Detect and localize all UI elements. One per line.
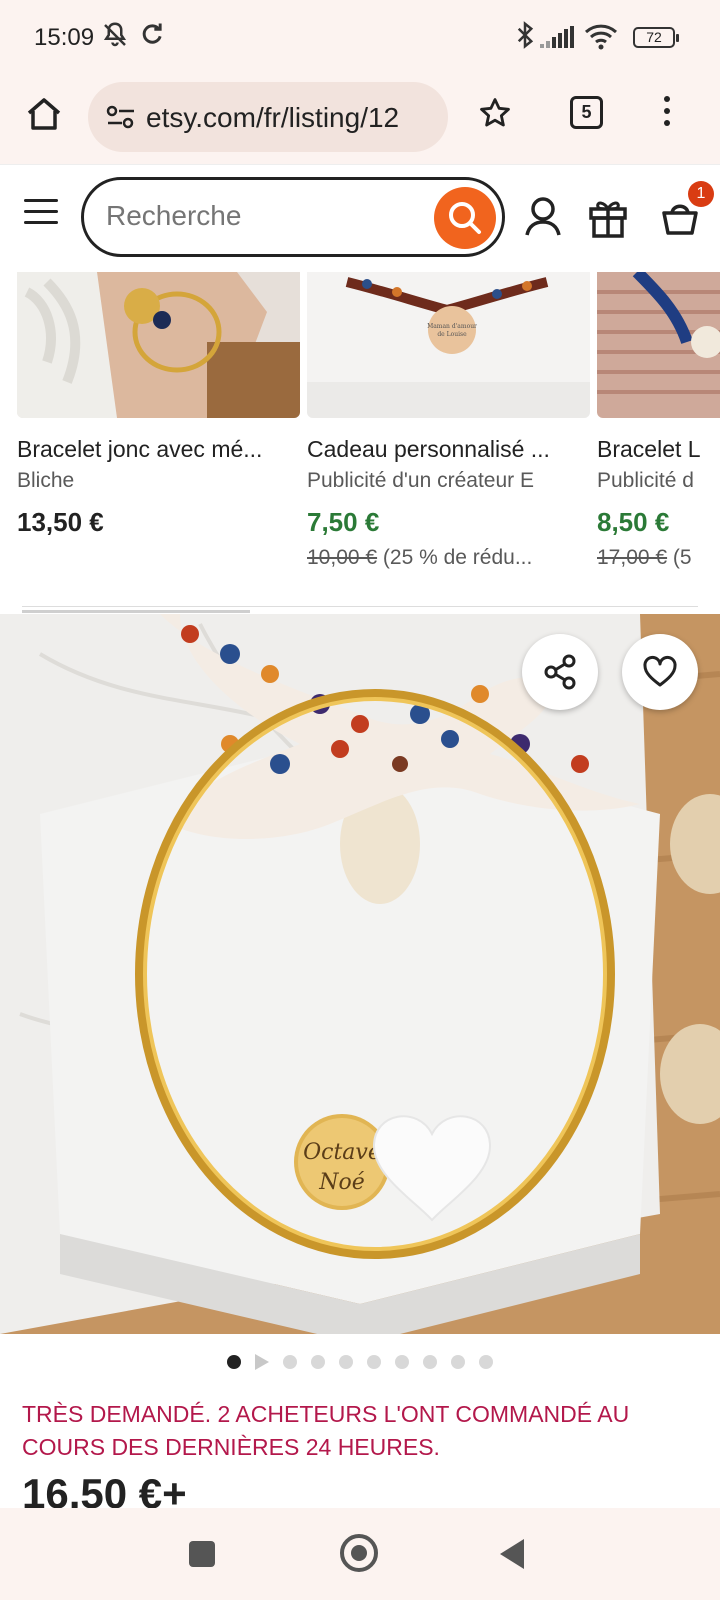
rec-shop: Publicité d — [597, 469, 694, 492]
system-nav-bar — [0, 1508, 720, 1600]
pagination-dot[interactable] — [479, 1355, 493, 1369]
site-settings-icon[interactable] — [106, 104, 136, 130]
signal-icon — [540, 26, 574, 48]
home-button[interactable] — [340, 1534, 378, 1572]
search-button[interactable] — [434, 187, 496, 249]
account-icon[interactable] — [524, 195, 562, 239]
heart-icon — [643, 655, 677, 687]
image-pagination[interactable] — [0, 1354, 720, 1378]
share-icon — [544, 654, 576, 690]
pagination-dot[interactable] — [367, 1355, 381, 1369]
rec-strikethrough-price: 17,00 € — [597, 546, 668, 569]
bluetooth-icon — [517, 21, 534, 49]
product-image[interactable]: Octave Noé — [0, 614, 720, 1334]
sync-icon — [142, 23, 162, 44]
address-bar[interactable]: etsy.com/fr/listing/12 — [88, 82, 448, 152]
rec-price: 7,50 € — [307, 507, 380, 537]
search-bar[interactable] — [81, 177, 505, 257]
bookmark-star-icon[interactable] — [478, 96, 512, 130]
charm-text-1: Octave — [303, 1140, 381, 1165]
cart-count-badge: 1 — [688, 181, 714, 207]
battery-indicator: 72 — [633, 27, 679, 48]
pagination-dot[interactable] — [283, 1355, 297, 1369]
search-icon — [449, 202, 481, 234]
rec-strikethrough-price: 10,00 € — [307, 546, 378, 569]
carousel-scroll-indicator — [22, 610, 250, 613]
mute-bell-icon — [103, 22, 127, 47]
rec-shop: Publicité d'un créateur E — [307, 469, 534, 492]
rec-card[interactable]: Maman d'amour de Louise Cadeau personnal… — [307, 272, 590, 570]
rec-discount: (25 % de rédu... — [377, 546, 533, 569]
pagination-dot[interactable] — [451, 1355, 465, 1369]
rec-price: 13,50 € — [17, 507, 104, 537]
back-button[interactable] — [500, 1539, 524, 1569]
rec-product-image[interactable] — [17, 272, 300, 418]
rec-discount: (5 — [667, 546, 692, 569]
charm-gold: Octave Noé — [294, 1114, 390, 1210]
charm-text-2: Noé — [318, 1170, 365, 1195]
rec-title[interactable]: Cadeau personnalisé ... — [307, 436, 590, 463]
tab-switcher-button[interactable]: 5 — [570, 96, 603, 129]
rec-title[interactable]: Bracelet L — [597, 436, 720, 463]
rec-original-price: 10,00 € (25 % de rédu... — [307, 546, 590, 570]
rec-price: 8,50 € — [597, 507, 670, 537]
site-header: 1 — [0, 164, 720, 272]
rec-original-price: 17,00 € (5 — [597, 546, 720, 570]
section-divider — [22, 606, 698, 607]
url-text: etsy.com/fr/listing/12 — [146, 102, 400, 133]
home-icon[interactable] — [24, 94, 64, 134]
video-indicator-icon[interactable] — [255, 1354, 269, 1370]
svg-text:de Louise: de Louise — [437, 331, 467, 338]
status-bar: 15:09 72 — [0, 0, 720, 72]
favorite-button[interactable] — [622, 634, 698, 710]
share-button[interactable] — [522, 634, 598, 710]
recents-button[interactable] — [189, 1541, 215, 1567]
rec-product-image[interactable] — [597, 272, 720, 418]
svg-text:Maman d'amour: Maman d'amour — [427, 323, 477, 330]
product-photo: Octave Noé — [0, 614, 720, 1334]
pagination-dot[interactable] — [311, 1355, 325, 1369]
rec-title[interactable]: Bracelet jonc avec mé... — [17, 436, 300, 463]
rec-card[interactable]: Bracelet L Publicité d 8,50 € 17,00 € (5 — [597, 272, 720, 570]
browser-menu-icon[interactable] — [664, 96, 670, 132]
demand-badge: TRÈS DEMANDÉ. 2 ACHETEURS L'ONT COMMANDÉ… — [22, 1401, 630, 1460]
hamburger-menu-icon[interactable] — [24, 199, 58, 232]
recommendations-carousel[interactable]: Bracelet jonc avec mé... Bliche 13,50 € … — [0, 272, 720, 602]
rec-card[interactable]: Bracelet jonc avec mé... Bliche 13,50 € — [17, 272, 300, 538]
status-time: 15:09 — [34, 24, 95, 51]
rec-shop: Bliche — [17, 469, 75, 492]
rec-product-image[interactable]: Maman d'amour de Louise — [307, 272, 590, 418]
search-input[interactable] — [106, 200, 406, 232]
wifi-icon — [584, 24, 618, 50]
pagination-dot[interactable] — [395, 1355, 409, 1369]
browser-toolbar: etsy.com/fr/listing/12 5 — [0, 72, 720, 164]
gift-icon[interactable] — [588, 195, 628, 239]
pagination-dot-active[interactable] — [227, 1355, 241, 1369]
pagination-dot[interactable] — [423, 1355, 437, 1369]
pagination-dot[interactable] — [339, 1355, 353, 1369]
